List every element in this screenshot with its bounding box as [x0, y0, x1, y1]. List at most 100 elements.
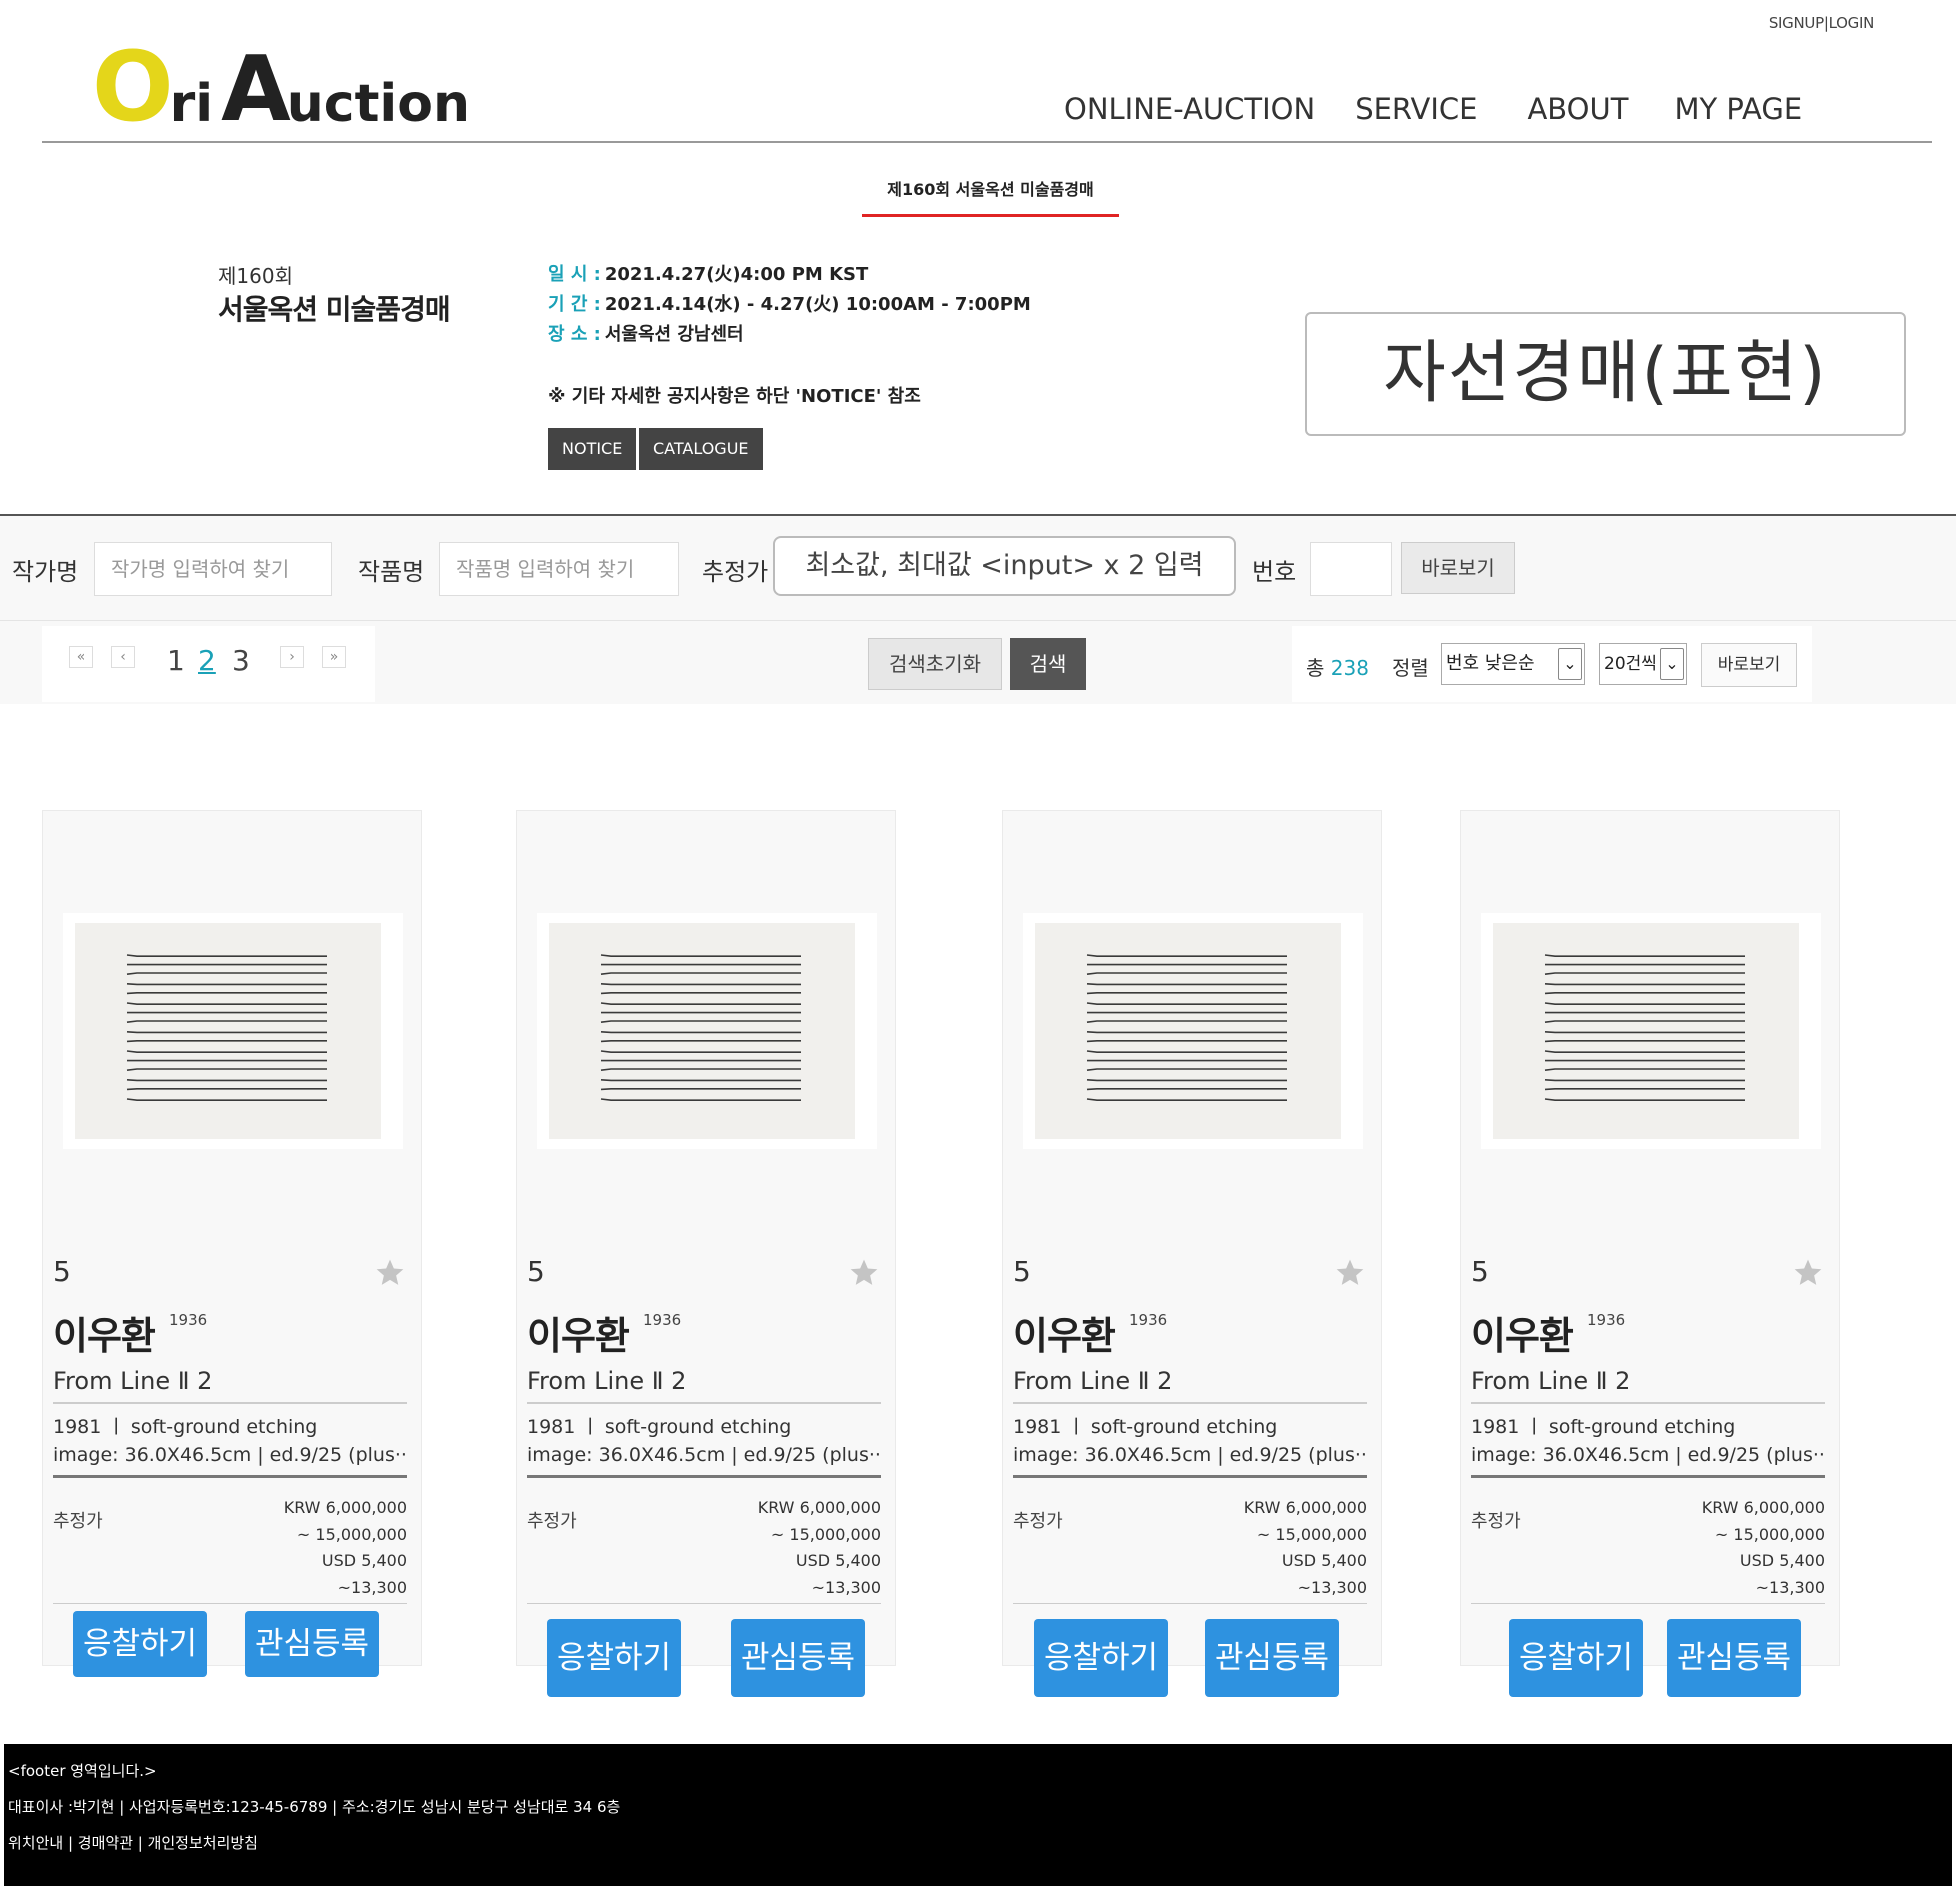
- artwork-line: [1544, 1068, 1745, 1071]
- work-size-edition: image: 36.0X46.5cm | ed.9/25 (plus···: [527, 1444, 881, 1466]
- page-1[interactable]: 1: [167, 644, 185, 677]
- artwork-line: [600, 972, 801, 975]
- estimate-usd-low: USD 5,400: [1739, 1551, 1825, 1570]
- star-icon[interactable]: [1791, 1257, 1825, 1289]
- artwork-thumbnail[interactable]: [537, 913, 877, 1149]
- lot-card[interactable]: 5 이우환 1936 From Line Ⅱ 2 1981 ㅣ soft-ground …: [516, 810, 896, 1697]
- bid-button[interactable]: 응찰하기: [73, 1611, 207, 1677]
- footer-links[interactable]: 위치안내 | 경매약관 | 개인정보처리방침: [8, 1832, 258, 1853]
- artwork-thumbnail[interactable]: [63, 913, 403, 1149]
- logo-letter-o: O: [92, 30, 174, 143]
- nav-service[interactable]: SERVICE: [1355, 92, 1477, 126]
- artwork-line: [126, 1088, 327, 1091]
- signup-link[interactable]: SIGNUP: [1769, 14, 1824, 32]
- card-divider: [53, 1475, 407, 1478]
- estimate-usd-high: ~13,300: [811, 1577, 881, 1597]
- estimate-label: 추정가: [702, 558, 769, 586]
- nav-my-page[interactable]: MY PAGE: [1674, 92, 1802, 126]
- watchlist-button[interactable]: 관심등록: [245, 1611, 379, 1677]
- bid-button[interactable]: 응찰하기: [1509, 1619, 1643, 1697]
- notice-button[interactable]: NOTICE: [548, 428, 637, 470]
- goto-number-button[interactable]: 바로보기: [1401, 542, 1515, 594]
- footer: <footer 영역입니다.> 대표이사 :박기현 | 사업자등록번호:123-…: [4, 1744, 1952, 1886]
- watchlist-button[interactable]: 관심등록: [1667, 1619, 1801, 1697]
- bid-button[interactable]: 응찰하기: [1034, 1619, 1168, 1697]
- lot-card[interactable]: 5 이우환 1936 From Line Ⅱ 2 1981 ㅣ soft-ground …: [1002, 810, 1382, 1697]
- artwork-thumbnail[interactable]: [1481, 913, 1821, 1149]
- artist-name[interactable]: 이우환: [1013, 1305, 1116, 1360]
- filter-row-divider: [0, 620, 1956, 621]
- page-3[interactable]: 3: [232, 644, 250, 677]
- logo-letters-uction: uction: [286, 74, 471, 134]
- logo-letters-ri: ri: [169, 74, 214, 134]
- artist-name[interactable]: 이우환: [53, 1305, 156, 1360]
- prev-page-button[interactable]: ‹: [111, 646, 135, 668]
- last-page-button[interactable]: »: [322, 646, 346, 668]
- artwork-line: [600, 1079, 801, 1082]
- lot-card[interactable]: 5 이우환 1936 From Line Ⅱ 2 1981 ㅣ soft-ground …: [1460, 810, 1840, 1697]
- work-year-medium: 1981 ㅣ soft-ground etching: [527, 1416, 792, 1438]
- artwork-line: [1086, 1068, 1287, 1071]
- lot-number: 5: [1471, 1255, 1489, 1288]
- work-search-input[interactable]: 작품명 입력하여 찾기: [439, 542, 679, 596]
- page-2[interactable]: 2: [198, 644, 216, 677]
- auction-type-box: 자선경매(표현): [1305, 312, 1906, 436]
- watchlist-button[interactable]: 관심등록: [1205, 1619, 1339, 1697]
- watchlist-button[interactable]: 관심등록: [731, 1619, 865, 1697]
- artwork-line: [1544, 972, 1745, 975]
- login-link[interactable]: LOGIN: [1829, 14, 1875, 32]
- next-page-button[interactable]: ›: [280, 646, 304, 668]
- work-title[interactable]: From Line Ⅱ 2: [527, 1367, 686, 1395]
- star-icon[interactable]: [1333, 1257, 1367, 1289]
- work-title[interactable]: From Line Ⅱ 2: [53, 1367, 212, 1395]
- number-input[interactable]: [1310, 542, 1392, 596]
- info-date-value: 2021.4.27(火)4:00 PM KST: [604, 264, 869, 285]
- catalogue-button[interactable]: CATALOGUE: [639, 428, 763, 470]
- card-divider: [1471, 1603, 1825, 1604]
- star-icon[interactable]: [373, 1257, 407, 1289]
- lot-card[interactable]: 5 이우환 1936 From Line Ⅱ 2 1981 ㅣ soft-ground …: [42, 810, 422, 1677]
- estimate-krw-low: KRW 6,000,000: [1701, 1498, 1825, 1517]
- card-divider: [53, 1402, 407, 1404]
- bid-button[interactable]: 응찰하기: [547, 1619, 681, 1697]
- search-button[interactable]: 검색: [1010, 638, 1086, 690]
- artwork-line: [1544, 1040, 1745, 1043]
- artist-name[interactable]: 이우환: [1471, 1305, 1574, 1360]
- work-size-edition: image: 36.0X46.5cm | ed.9/25 (plus···: [1471, 1444, 1825, 1466]
- artwork-line: [1544, 954, 1745, 957]
- artwork-line: [1086, 1098, 1287, 1101]
- per-page-select[interactable]: 20건씩 ⌄: [1599, 643, 1687, 685]
- work-label: 작품명: [358, 558, 425, 586]
- notice-note: ※ 기타 자세한 공지사항은 하단 'NOTICE' 참조: [548, 386, 921, 407]
- artist-name[interactable]: 이우환: [527, 1305, 630, 1360]
- artwork-line: [600, 1031, 801, 1034]
- lot-number: 5: [1013, 1255, 1031, 1288]
- artwork-line: [600, 1098, 801, 1101]
- artwork-paper: [1493, 923, 1799, 1139]
- sort-select[interactable]: 번호 낮은순 ⌄: [1441, 643, 1585, 685]
- info-period-label: 기 간 :: [548, 294, 601, 315]
- first-page-button[interactable]: «: [69, 646, 93, 668]
- star-icon[interactable]: [847, 1257, 881, 1289]
- estimate-value: KRW 6,000,000 ~ 15,000,000 USD 5,400 ~13,30…: [1244, 1495, 1367, 1601]
- site-logo[interactable]: O ri A uction: [92, 30, 471, 143]
- estimate-range-input[interactable]: 최소값, 최대값 <input> x 2 입력: [773, 536, 1236, 596]
- artist-search-input[interactable]: 작가명 입력하여 찾기: [94, 542, 332, 596]
- nav-about[interactable]: ABOUT: [1527, 92, 1628, 126]
- work-title[interactable]: From Line Ⅱ 2: [1471, 1367, 1630, 1395]
- sort-label: 정렬: [1392, 656, 1429, 680]
- artwork-line: [1544, 1088, 1745, 1091]
- artwork-line: [126, 1040, 327, 1043]
- nav-online-auction[interactable]: ONLINE-AUCTION: [1064, 92, 1315, 126]
- sort-apply-button[interactable]: 바로보기: [1701, 643, 1797, 687]
- auction-tab[interactable]: 제160회 서울옥션 미술품경매: [862, 176, 1119, 217]
- work-year-medium: 1981 ㅣ soft-ground etching: [1471, 1416, 1736, 1438]
- info-date: 일 시 :2021.4.27(火)4:00 PM KST: [548, 260, 868, 286]
- work-title[interactable]: From Line Ⅱ 2: [1013, 1367, 1172, 1395]
- artwork-line: [1544, 983, 1745, 986]
- estimate-usd-low: USD 5,400: [321, 1551, 407, 1570]
- artwork-thumbnail[interactable]: [1023, 913, 1363, 1149]
- reset-search-button[interactable]: 검색초기화: [868, 638, 1002, 690]
- estimate-usd-high: ~13,300: [337, 1577, 407, 1597]
- artwork-line: [1086, 992, 1287, 995]
